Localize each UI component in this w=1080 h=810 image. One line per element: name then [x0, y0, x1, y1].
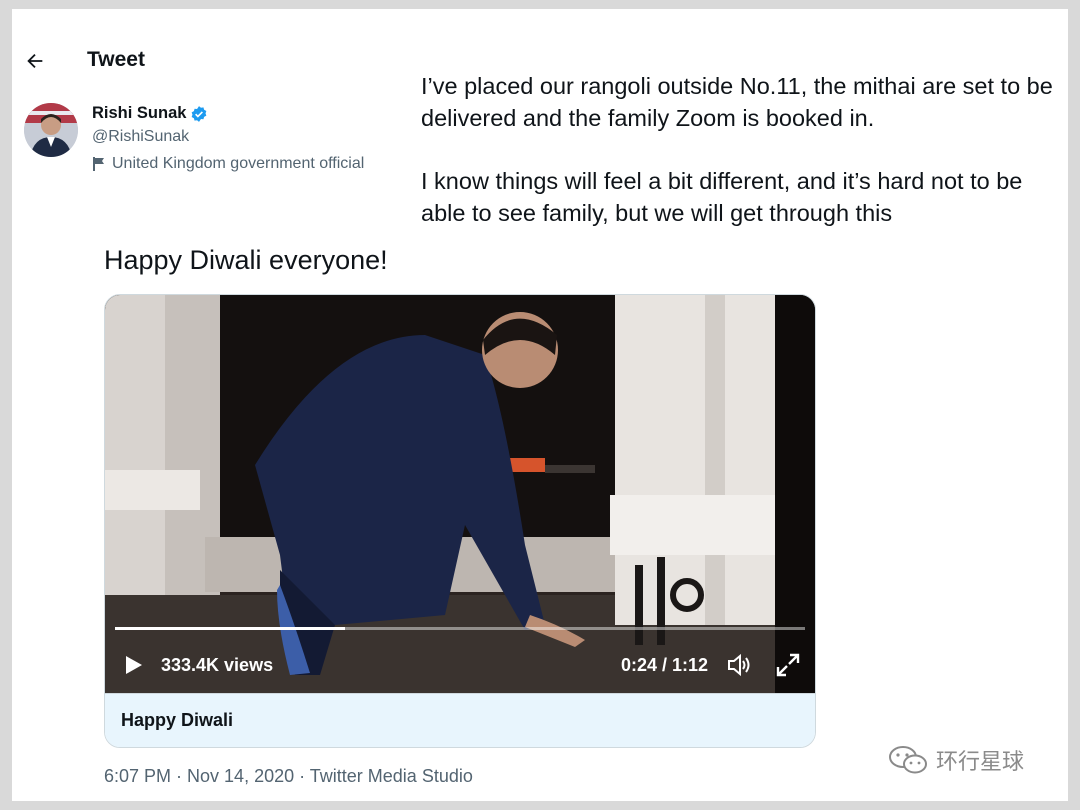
back-arrow-icon[interactable]: [24, 50, 46, 72]
tweet-meta: 6:07 PM · Nov 14, 2020 · Twitter Media S…: [104, 766, 473, 786]
volume-icon[interactable]: [727, 653, 753, 677]
author-handle[interactable]: @RishiSunak: [92, 128, 189, 146]
avatar-image: [24, 103, 78, 157]
author-name-row[interactable]: Rishi Sunak: [92, 104, 208, 123]
video-time: 0:24 / 1:12: [621, 655, 709, 675]
verified-badge-icon: [192, 105, 207, 122]
tweet-text-paragraph: I’ve placed our rangoli outside No.11, t…: [421, 73, 1053, 131]
page-title: Tweet: [87, 48, 145, 71]
tweet-text-paragraph: Happy Diwali everyone!: [104, 245, 388, 275]
government-label: United Kingdom government official: [92, 155, 364, 173]
video-progress-fill: [115, 627, 345, 630]
tweet-text-paragraph: I know things will feel a bit different,…: [421, 168, 1023, 226]
play-icon[interactable]: [121, 653, 145, 677]
flag-icon: [93, 157, 104, 171]
video-caption-bar[interactable]: Happy Diwali: [105, 693, 815, 747]
wechat-icon: [889, 746, 927, 774]
view-count: 333.4K views: [161, 655, 274, 675]
author-name[interactable]: Rishi Sunak: [92, 104, 186, 123]
watermark: 环行星球: [888, 744, 1024, 776]
video-frame: [105, 295, 815, 693]
video-caption: Happy Diwali: [121, 710, 234, 730]
video-card[interactable]: 333.4K views 0:24 / 1:12 Happy Diwali: [104, 294, 816, 748]
fullscreen-icon[interactable]: [775, 652, 801, 678]
video-progress-bar[interactable]: [115, 627, 805, 630]
video-player[interactable]: 333.4K views 0:24 / 1:12: [105, 295, 815, 693]
avatar[interactable]: [24, 103, 78, 157]
government-label-text: United Kingdom government official: [112, 155, 365, 172]
watermark-text: 环行星球: [936, 749, 1025, 774]
